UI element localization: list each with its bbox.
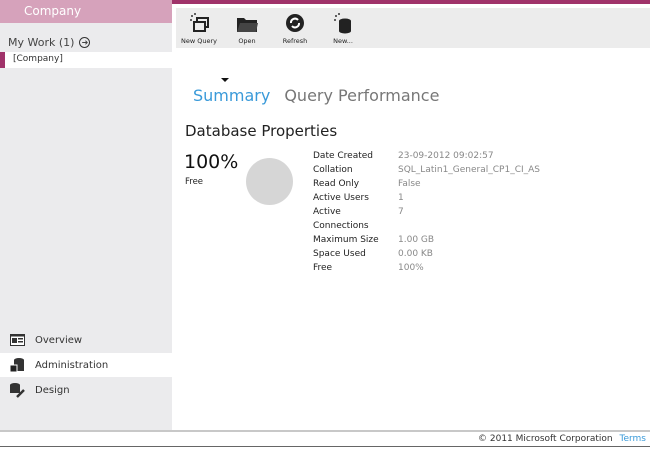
brand-title: Company <box>0 0 172 23</box>
property-value: 7 <box>398 207 404 217</box>
footer: © 2011 Microsoft Corporation Terms <box>478 434 646 444</box>
property-row: Maximum Size 1.00 GB <box>313 233 540 247</box>
open-button[interactable]: Open <box>222 8 272 48</box>
my-work-link[interactable]: My Work (1) ➜ <box>8 36 91 49</box>
property-name: Maximum Size <box>313 235 379 245</box>
property-value: 1 <box>398 193 404 203</box>
tabs: Summary Query Performance <box>193 78 439 105</box>
free-percent: 100% <box>184 151 239 173</box>
property-name: Space Used <box>313 249 366 259</box>
property-value: False <box>398 179 421 189</box>
property-value: 23-09-2012 09:02:57 <box>398 151 494 161</box>
property-value: 1.00 GB <box>398 235 435 245</box>
new-query-button[interactable]: New Query <box>174 8 224 48</box>
property-row: Collation SQL_Latin1_General_CP1_CI_AS <box>313 163 540 177</box>
property-value: SQL_Latin1_General_CP1_CI_AS <box>398 165 541 175</box>
property-name: Free <box>313 263 333 273</box>
property-row: Active Users 1 <box>313 191 540 205</box>
bottom-divider <box>0 446 650 447</box>
administration-icon <box>9 357 25 373</box>
overview-icon <box>9 332 25 348</box>
nav-label: Overview <box>35 334 83 346</box>
sidebar: Company My Work (1) ➜ [Company] Overview… <box>0 0 172 430</box>
properties-list: Date Created 23-09-2012 09:02:57 Collation… <box>313 149 540 275</box>
new-database-icon <box>334 13 351 34</box>
arrow-right-icon[interactable]: ➜ <box>79 37 91 48</box>
nav-label: Administration <box>35 359 109 371</box>
property-value: 100% <box>398 263 424 273</box>
tab-query-performance[interactable]: Query Performance <box>284 86 439 105</box>
property-name: Date Created <box>313 151 373 161</box>
refresh-icon <box>286 14 304 32</box>
space-pie-chart <box>246 158 293 205</box>
property-row: Date Created 23-09-2012 09:02:57 <box>313 149 540 163</box>
new-button[interactable]: New... <box>318 8 368 48</box>
design-icon <box>9 382 25 398</box>
property-row: Free 100% <box>313 261 540 275</box>
toolbar: New Query Open Refresh New... <box>176 8 650 48</box>
folder-open-icon <box>237 18 258 32</box>
property-value: 0.00 KB <box>398 249 433 259</box>
my-work-label: My Work (1) <box>8 36 75 49</box>
accent-bar <box>172 0 650 4</box>
property-name: Read Only <box>313 179 360 189</box>
footer-divider <box>0 430 650 432</box>
property-row: Space Used 0.00 KB <box>313 247 540 261</box>
property-name: Active Connections <box>313 207 369 231</box>
property-row: Active Connections 7 <box>313 205 540 233</box>
property-row: Read Only False <box>313 177 540 191</box>
refresh-button[interactable]: Refresh <box>270 8 320 48</box>
company-item[interactable]: [Company] <box>0 52 172 68</box>
property-name: Active Users <box>313 193 369 203</box>
terms-link[interactable]: Terms <box>619 434 646 444</box>
nav-design[interactable]: Design <box>0 378 172 402</box>
property-name: Collation <box>313 165 353 175</box>
page-title: Database Properties <box>185 122 338 140</box>
nav-overview[interactable]: Overview <box>0 328 172 352</box>
copyright: © 2011 Microsoft Corporation <box>478 434 613 444</box>
nav-administration[interactable]: Administration <box>0 353 172 377</box>
tab-summary[interactable]: Summary <box>193 78 270 105</box>
new-query-icon <box>190 13 209 32</box>
nav-label: Design <box>35 384 70 396</box>
free-label: Free <box>185 177 204 187</box>
